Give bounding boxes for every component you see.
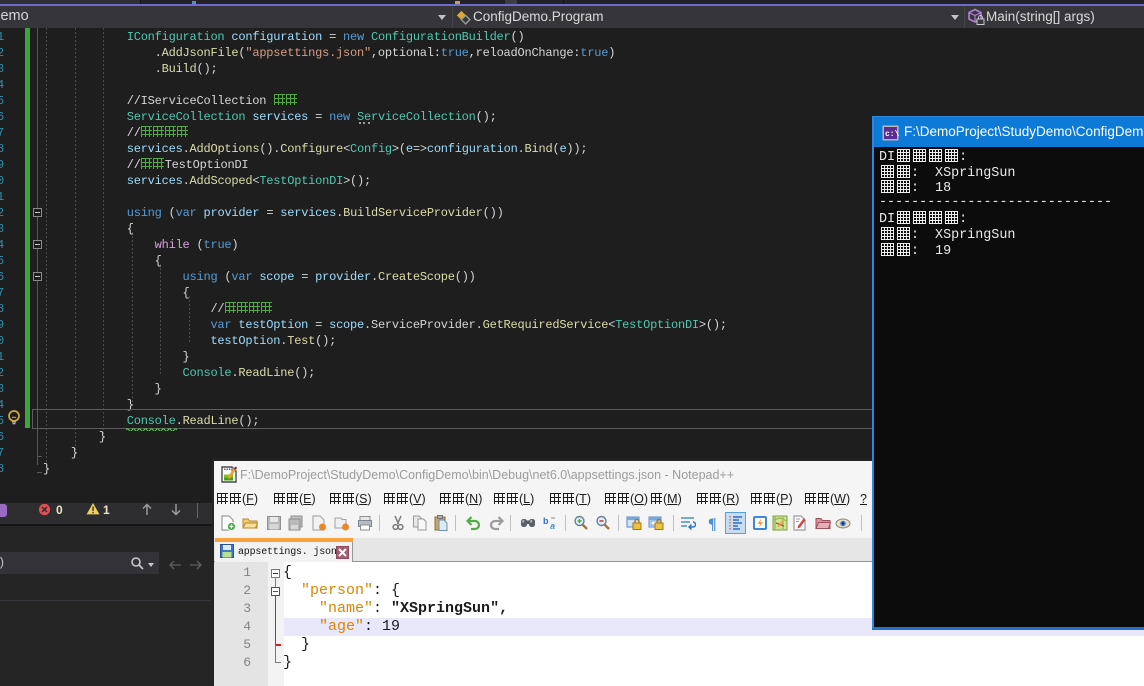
svg-text:b: b — [543, 516, 549, 526]
svg-text:c:\: c:\ — [885, 130, 899, 139]
svg-text:¶: ¶ — [708, 516, 717, 531]
